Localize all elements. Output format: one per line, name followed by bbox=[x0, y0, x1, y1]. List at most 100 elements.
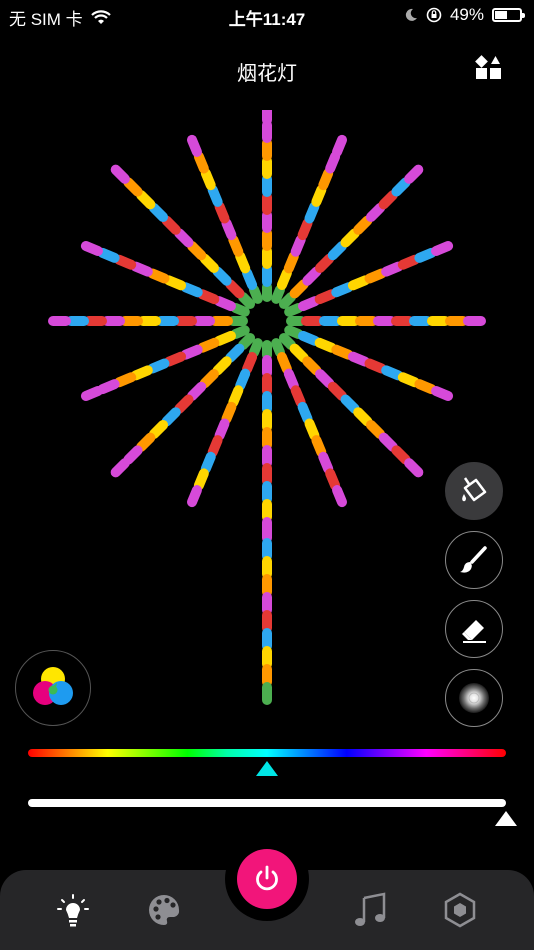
light-segment[interactable] bbox=[136, 432, 156, 452]
light-segment[interactable] bbox=[304, 418, 320, 441]
light-segment[interactable] bbox=[318, 168, 334, 191]
light-segment[interactable] bbox=[186, 485, 202, 508]
light-segment[interactable] bbox=[414, 379, 437, 395]
light-segment[interactable] bbox=[193, 151, 209, 174]
light-segment[interactable] bbox=[290, 234, 306, 257]
light-segment[interactable] bbox=[332, 134, 348, 157]
light-segment[interactable] bbox=[187, 241, 207, 261]
fill-bucket-tool[interactable] bbox=[445, 462, 503, 520]
color-picker-button[interactable] bbox=[15, 650, 91, 726]
light-segment[interactable] bbox=[364, 358, 387, 374]
light-segment[interactable] bbox=[332, 485, 348, 508]
light-segment[interactable] bbox=[315, 369, 335, 389]
light-segment[interactable] bbox=[381, 261, 404, 277]
light-segment[interactable] bbox=[289, 343, 309, 363]
light-segment[interactable] bbox=[237, 291, 256, 310]
light-segment[interactable] bbox=[327, 241, 347, 261]
light-segment[interactable] bbox=[248, 284, 263, 304]
light-segment[interactable] bbox=[276, 352, 292, 375]
light-segment[interactable] bbox=[271, 284, 286, 304]
light-segment[interactable] bbox=[199, 253, 219, 273]
light-segment[interactable] bbox=[200, 451, 216, 474]
light-segment[interactable] bbox=[123, 177, 143, 197]
light-segment[interactable] bbox=[207, 435, 223, 458]
light-segment[interactable] bbox=[235, 368, 251, 391]
light-segment[interactable] bbox=[230, 302, 250, 317]
light-segment[interactable] bbox=[235, 251, 251, 274]
light-segment[interactable] bbox=[290, 385, 306, 408]
light-segment[interactable] bbox=[123, 445, 143, 465]
light-segment[interactable] bbox=[228, 385, 244, 408]
light-segment[interactable] bbox=[110, 458, 130, 478]
light-segment[interactable] bbox=[248, 338, 263, 358]
nav-palette[interactable] bbox=[144, 890, 184, 930]
light-segment[interactable] bbox=[378, 432, 398, 452]
light-segment[interactable] bbox=[414, 247, 437, 263]
light-segment[interactable] bbox=[180, 344, 203, 360]
light-segment[interactable] bbox=[97, 247, 120, 263]
light-segment[interactable] bbox=[353, 215, 373, 235]
light-segment[interactable] bbox=[193, 468, 209, 491]
power-button[interactable] bbox=[237, 849, 297, 909]
brightness-slider[interactable] bbox=[28, 799, 506, 807]
light-segment[interactable] bbox=[364, 268, 387, 284]
light-segment[interactable] bbox=[271, 338, 286, 358]
light-segment[interactable] bbox=[302, 356, 322, 376]
hue-slider[interactable] bbox=[28, 749, 506, 757]
light-segment[interactable] bbox=[283, 368, 299, 391]
light-segment[interactable] bbox=[327, 381, 347, 401]
light-segment[interactable] bbox=[278, 291, 297, 310]
light-segment[interactable] bbox=[314, 337, 337, 353]
light-segment[interactable] bbox=[174, 394, 194, 414]
light-segment[interactable] bbox=[164, 275, 187, 291]
light-segment[interactable] bbox=[404, 458, 424, 478]
light-segment[interactable] bbox=[391, 177, 411, 197]
light-segment[interactable] bbox=[397, 372, 420, 388]
light-segment[interactable] bbox=[114, 254, 137, 270]
light-segment[interactable] bbox=[304, 201, 320, 224]
light-segment[interactable] bbox=[197, 337, 220, 353]
light-segment[interactable] bbox=[161, 407, 181, 427]
light-segment[interactable] bbox=[212, 356, 232, 376]
light-segment[interactable] bbox=[230, 325, 250, 340]
light-segment[interactable] bbox=[180, 282, 203, 298]
light-segment[interactable] bbox=[136, 190, 156, 210]
light-segment[interactable] bbox=[174, 228, 194, 248]
light-segment[interactable] bbox=[187, 381, 207, 401]
light-segment[interactable] bbox=[225, 343, 245, 363]
light-segment[interactable] bbox=[318, 451, 334, 474]
light-segment[interactable] bbox=[278, 332, 297, 351]
light-segment[interactable] bbox=[365, 419, 386, 440]
light-segment[interactable] bbox=[228, 234, 244, 257]
light-segment[interactable] bbox=[365, 202, 386, 223]
mode-menu-button[interactable] bbox=[474, 54, 504, 84]
light-segment[interactable] bbox=[397, 254, 420, 270]
light-segment[interactable] bbox=[213, 330, 236, 346]
light-segment[interactable] bbox=[276, 267, 292, 290]
light-segment[interactable] bbox=[347, 351, 370, 367]
light-segment[interactable] bbox=[284, 302, 304, 317]
light-segment[interactable] bbox=[314, 289, 337, 305]
light-segment[interactable] bbox=[225, 279, 245, 299]
light-segment[interactable] bbox=[283, 251, 299, 274]
light-segment[interactable] bbox=[284, 325, 304, 340]
light-segment[interactable] bbox=[130, 261, 153, 277]
light-segment[interactable] bbox=[130, 365, 153, 381]
light-segment[interactable] bbox=[431, 240, 454, 256]
light-segment[interactable] bbox=[302, 266, 322, 286]
brush-tool[interactable] bbox=[445, 531, 503, 589]
light-segment[interactable] bbox=[148, 202, 169, 223]
light-segment[interactable] bbox=[147, 268, 170, 284]
light-segment[interactable] bbox=[110, 164, 130, 184]
light-segment[interactable] bbox=[199, 369, 219, 389]
light-segment[interactable] bbox=[221, 218, 237, 241]
nav-light[interactable] bbox=[53, 890, 93, 930]
light-segment[interactable] bbox=[331, 282, 354, 298]
light-segment[interactable] bbox=[213, 296, 236, 312]
light-segment[interactable] bbox=[147, 358, 170, 374]
light-segment[interactable] bbox=[97, 379, 120, 395]
eraser-tool[interactable] bbox=[445, 600, 503, 658]
nav-music[interactable] bbox=[350, 890, 390, 930]
light-segment[interactable] bbox=[214, 201, 230, 224]
light-segment[interactable] bbox=[221, 401, 237, 424]
